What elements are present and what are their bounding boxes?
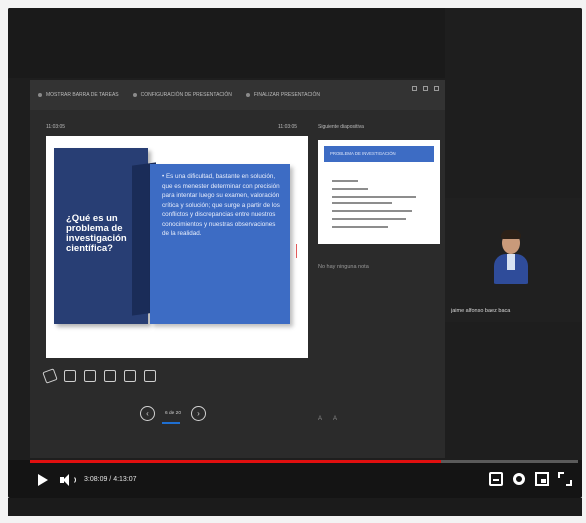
next-slide-button[interactable]: › (191, 406, 206, 421)
volume-icon[interactable] (60, 474, 76, 486)
toolbar-item-label: MOSTRAR BARRA DE TAREAS (46, 92, 119, 98)
sound-wave (70, 476, 76, 484)
presenter-toolbar: MOSTRAR BARRA DE TAREAS CONFIGURACIÓN DE… (30, 80, 445, 110)
toolbar-item-label: FINALIZAR PRESENTACIÓN (253, 92, 320, 98)
slide-position-bar (162, 422, 180, 424)
participant-tile: jaime alfonso baez baca (445, 198, 582, 322)
notes-text: No hay ninguna nota (318, 264, 369, 270)
more-options-icon[interactable] (144, 370, 156, 382)
end-icon (245, 93, 250, 97)
pen-icon[interactable] (42, 368, 58, 384)
video-area[interactable]: MOSTRAR BARRA DE TAREAS CONFIGURACIÓN DE… (8, 8, 582, 460)
toolbar-item-settings[interactable]: CONFIGURACIÓN DE PRESENTACIÓN (132, 92, 232, 98)
bottom-strip (8, 498, 582, 516)
screenshot-frame: MOSTRAR BARRA DE TAREAS CONFIGURACIÓN DE… (0, 0, 586, 523)
close-icon[interactable] (434, 86, 439, 91)
fullscreen-icon[interactable] (558, 472, 572, 486)
clock: 11:03:05 (278, 124, 298, 130)
notes-font-controls[interactable]: A A (318, 416, 342, 422)
next-slide-line (332, 202, 392, 204)
participant-name: jaime alfonso baez baca (451, 308, 511, 314)
toolbar-item-label: CONFIGURACIÓN DE PRESENTACIÓN (140, 92, 232, 98)
slide-question: ¿Qué es un problema de investigación cie… (66, 213, 127, 254)
play-button[interactable] (38, 474, 48, 486)
player-controls: 3:08:09 / 4:13:07 (8, 466, 582, 498)
next-slide-label: Siguiente diapositiva (318, 124, 364, 130)
maximize-icon[interactable] (423, 86, 428, 91)
minimize-icon[interactable] (412, 86, 417, 91)
video-top-band (8, 8, 445, 78)
right-controls (489, 472, 572, 486)
settings-icon (132, 93, 137, 97)
zoom-icon[interactable] (84, 370, 96, 382)
time-display: 3:08:09 / 4:13:07 (84, 476, 137, 483)
screen-icon[interactable] (124, 370, 136, 382)
pointer-icon[interactable] (64, 370, 76, 382)
toolbar-item-taskbar[interactable]: MOSTRAR BARRA DE TAREAS (38, 92, 119, 98)
screen-share: MOSTRAR BARRA DE TAREAS CONFIGURACIÓN DE… (30, 80, 445, 458)
participant-avatar (493, 228, 529, 284)
subtitles-tool-icon[interactable] (104, 370, 116, 382)
next-slide-heading: PROBLEMA DE INVESTIGACIÓN (324, 146, 434, 162)
avatar-shirt (507, 254, 515, 270)
video-player[interactable]: MOSTRAR BARRA DE TAREAS CONFIGURACIÓN DE… (8, 8, 582, 498)
slide-navigation: ‹ 6 de 20 › (140, 406, 206, 421)
current-slide: ¿Qué es un problema de investigación cie… (46, 136, 308, 358)
laser-mark (296, 244, 302, 258)
next-slide-line (332, 218, 406, 220)
slide-position: 6 de 20 (164, 411, 181, 416)
toolbar-item-end[interactable]: FINALIZAR PRESENTACIÓN (245, 92, 320, 98)
speaker-cone (63, 474, 69, 486)
window-controls (412, 86, 439, 91)
progress-bar[interactable] (30, 460, 578, 463)
next-slide-preview[interactable]: PROBLEMA DE INVESTIGACIÓN (318, 140, 440, 244)
previous-slide-button[interactable]: ‹ (140, 406, 155, 421)
miniplayer-icon[interactable] (535, 472, 549, 486)
subtitles-icon[interactable] (489, 472, 503, 486)
progress-fill (30, 460, 441, 463)
next-slide-line (332, 188, 368, 190)
taskbar-icon (38, 93, 42, 97)
next-slide-line (332, 226, 388, 228)
slide-timer: 11:03:05 (46, 124, 66, 130)
next-slide-line (332, 196, 416, 198)
gear-icon[interactable] (513, 473, 525, 485)
slide-bullet-text: • Es una dificultad, bastante en solució… (162, 173, 280, 237)
next-slide-line (332, 210, 412, 212)
next-slide-line (332, 180, 358, 182)
presenter-tools (42, 368, 156, 384)
avatar-hair (501, 230, 521, 239)
